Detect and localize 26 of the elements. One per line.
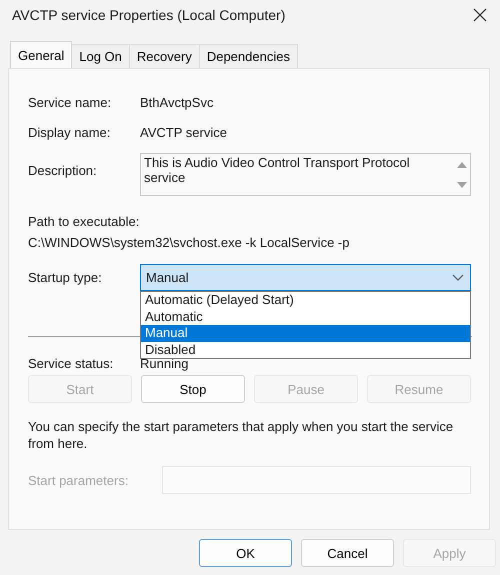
path-value: C:\WINDOWS\system32\svchost.exe -k LocalService -p [28,234,350,252]
dropdown-option[interactable]: Automatic (Delayed Start) [141,292,470,308]
field-label: Description: [28,162,98,178]
description-text: This is Audio Video Control Transport Protocol service [143,154,411,187]
hint-text: You can specify the start parameters that apply when you start the service from here. [28,418,454,452]
field-label: Service status: [28,356,114,370]
tab[interactable]: General [10,41,72,68]
path-label: Path to executable: [28,213,140,231]
dropdown-option[interactable]: Manual [141,325,470,342]
field-value: AVCTP service [140,124,227,140]
field-label: Display name: [28,124,112,140]
close-icon[interactable] [473,8,487,22]
tab[interactable]: Dependencies [198,44,298,68]
dialog-button[interactable]: OK [199,539,292,567]
window-title: AVCTP service Properties (Local Computer) [12,7,286,23]
status-value: Running [140,356,188,370]
dropdown-option[interactable]: Automatic [141,308,470,325]
startup-type-dropdown[interactable]: Manual [140,264,471,291]
field-label: Startup type: [28,270,103,285]
dialog-button[interactable]: Cancel [301,539,394,567]
dropdown-option[interactable]: Disabled [141,342,470,358]
field-label: Start parameters: [28,472,130,488]
service-button[interactable]: Stop [141,375,245,403]
description-field[interactable]: This is Audio Video Control Transport Protocol service [140,153,471,196]
field-label: Service name: [28,94,112,110]
field-value: BthAvctpSvc [140,94,214,110]
